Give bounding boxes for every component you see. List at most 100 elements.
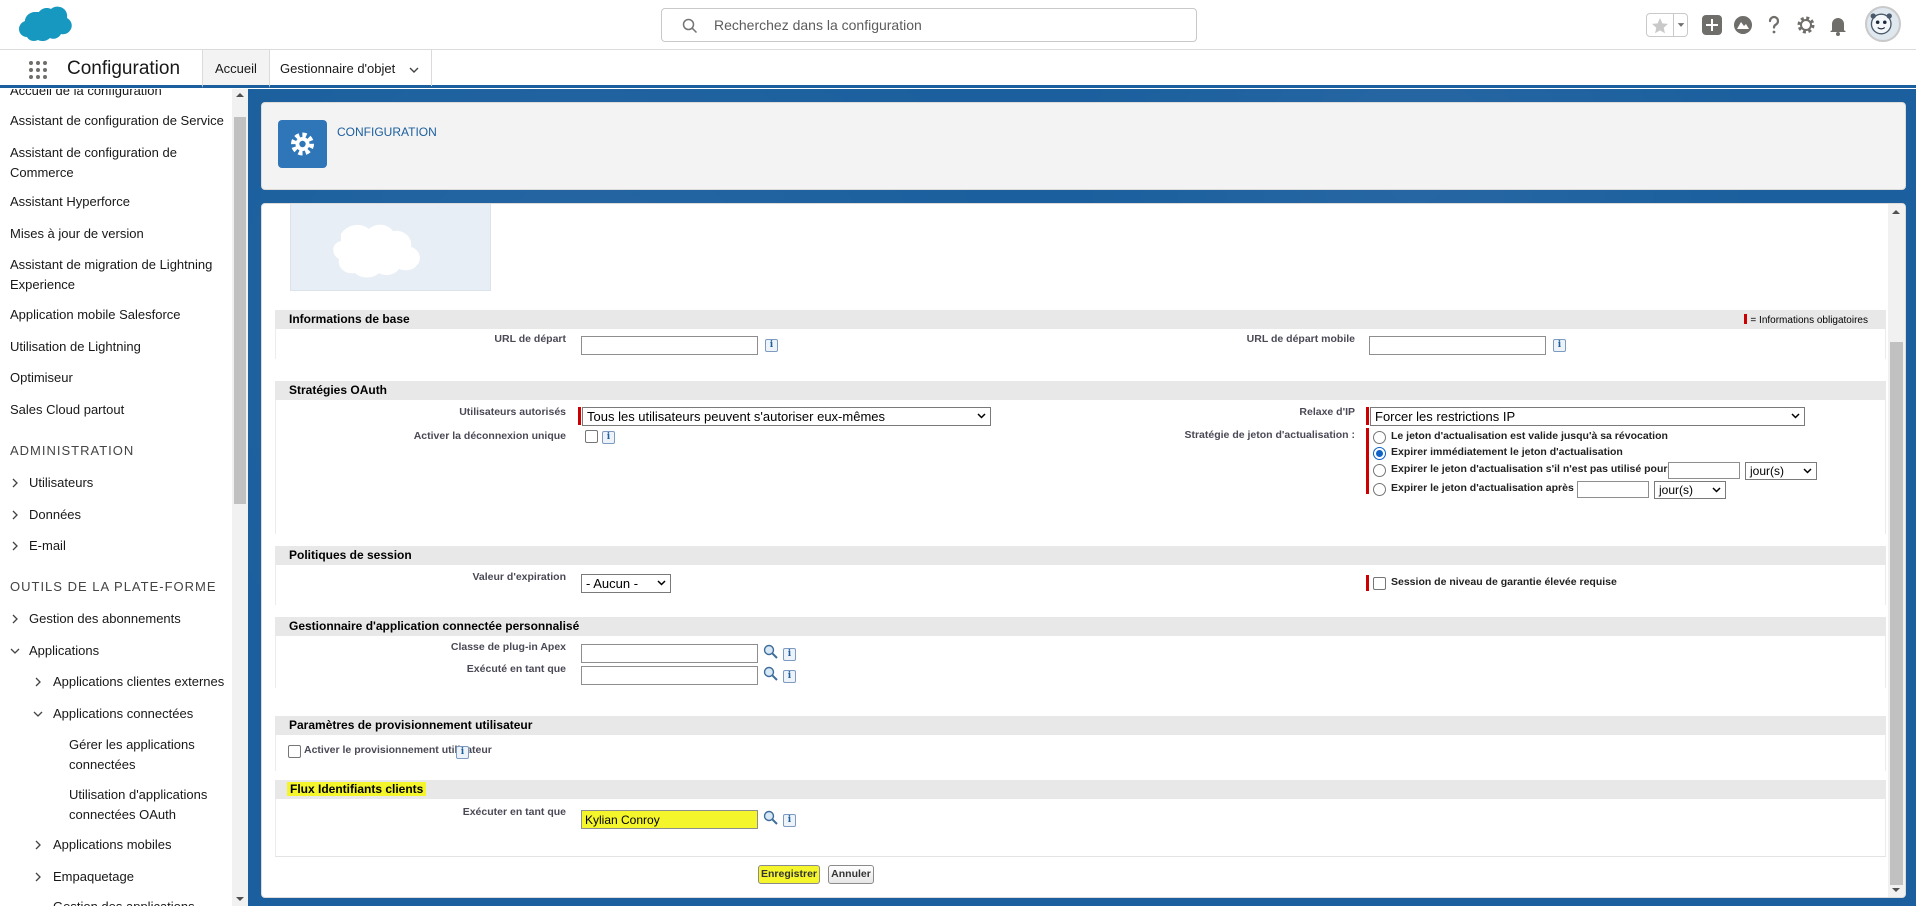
expire-if-unused-unit-select[interactable]: jour(s)	[1745, 462, 1817, 480]
cancel-button[interactable]: Annuler	[828, 865, 874, 884]
sidebar-item-hyperforce[interactable]: Assistant Hyperforce	[10, 192, 230, 212]
enable-provisioning-checkbox[interactable]	[288, 745, 301, 758]
content-scrollbar[interactable]	[1888, 204, 1905, 897]
apex-class-input[interactable]	[581, 644, 758, 663]
run-as-input[interactable]	[581, 666, 758, 685]
client-run-as-input[interactable]	[581, 810, 758, 829]
section-title: Stratégies OAuth	[289, 383, 388, 397]
start-url-input[interactable]	[581, 336, 758, 355]
tab-object-manager[interactable]: Gestionnaire d'objet	[268, 50, 432, 86]
info-icon[interactable]: i	[1553, 339, 1566, 352]
app-launcher-icon[interactable]	[28, 60, 48, 80]
refresh-option-expire-after-radio[interactable]	[1373, 483, 1386, 496]
save-button[interactable]: Enregistrer	[758, 865, 820, 884]
apex-class-label: Classe de plug-in Apex	[450, 641, 566, 653]
scroll-up-arrow-icon[interactable]	[1892, 208, 1900, 216]
favorites-group[interactable]	[1646, 13, 1688, 37]
required-indicator	[578, 407, 581, 425]
section-title: Informations de base	[289, 312, 410, 326]
required-indicator	[1366, 428, 1369, 494]
refresh-option-expire-if-unused-radio[interactable]	[1373, 464, 1386, 477]
single-logout-checkbox[interactable]	[585, 430, 598, 443]
sidebar-item-label: Utilisateurs	[29, 475, 94, 490]
permitted-users-select[interactable]: Tous les utilisateurs peuvent s'autorise…	[582, 407, 991, 426]
gear-icon	[291, 132, 314, 156]
scrollbar-thumb[interactable]	[234, 117, 246, 504]
expire-after-input[interactable]	[1577, 481, 1649, 498]
lookup-icon[interactable]	[763, 644, 779, 660]
sidebar-item-setup-home[interactable]: Accueil de la configuration	[10, 89, 230, 101]
chevron-down-icon	[657, 580, 666, 586]
help-icon[interactable]	[1762, 13, 1786, 37]
info-icon[interactable]: i	[783, 670, 796, 683]
expire-after-unit-select[interactable]: jour(s)	[1654, 481, 1726, 499]
chevron-right-icon[interactable]	[10, 541, 20, 551]
chevron-right-icon[interactable]	[10, 510, 20, 520]
required-indicator	[1366, 407, 1369, 425]
required-indicator	[1366, 575, 1369, 591]
user-avatar[interactable]	[1865, 6, 1901, 42]
timeout-select[interactable]: - Aucun -	[581, 574, 671, 593]
scrollbar-thumb[interactable]	[1890, 342, 1903, 885]
section-custom-handler: Gestionnaire d'application connectée per…	[275, 617, 1886, 636]
chevron-down-icon[interactable]	[10, 646, 20, 656]
sidebar-scrollbar[interactable]	[232, 89, 248, 906]
chevron-down-icon	[1791, 413, 1800, 419]
required-legend: = Informations obligatoires	[1744, 314, 1868, 326]
search-input[interactable]	[714, 10, 1184, 40]
chevron-right-icon[interactable]	[10, 614, 20, 624]
chevron-down-icon[interactable]	[33, 709, 43, 719]
chevron-down-icon[interactable]	[409, 65, 419, 75]
refresh-option-valid-until-revoked-radio[interactable]	[1373, 431, 1386, 444]
sidebar-item-lightning-usage[interactable]: Utilisation de Lightning	[10, 337, 230, 357]
info-icon[interactable]: i	[765, 339, 778, 352]
lookup-icon[interactable]	[763, 810, 779, 826]
sidebar-item-release-updates[interactable]: Mises à jour de version	[10, 224, 230, 244]
chevron-down-icon[interactable]	[1673, 14, 1688, 36]
scroll-down-arrow-icon[interactable]	[236, 895, 244, 903]
sidebar-item-salesforce-mobile[interactable]: Application mobile Salesforce	[10, 305, 230, 325]
info-icon[interactable]: i	[456, 746, 469, 759]
expire-if-unused-input[interactable]	[1668, 462, 1740, 479]
chevron-right-icon[interactable]	[10, 478, 20, 488]
sidebar-item-manage-connected-apps[interactable]: Gérer les applications connectées	[69, 735, 219, 775]
sidebar-item-label: Gestion des abonnements	[29, 611, 181, 626]
sidebar-item-optimizer[interactable]: Optimiseur	[10, 368, 230, 388]
tab-accueil[interactable]: Accueil	[202, 50, 270, 88]
salesforce-logo[interactable]	[14, 6, 74, 48]
trailhead-icon[interactable]	[1731, 13, 1755, 37]
sidebar-item-service-setup[interactable]: Assistant de configuration de Service	[10, 111, 230, 131]
select-value: jour(s)	[1750, 464, 1785, 478]
ip-relax-select[interactable]: Forcer les restrictions IP	[1370, 407, 1805, 426]
global-actions-plus-icon[interactable]	[1700, 13, 1724, 37]
setup-tile	[278, 120, 327, 168]
sidebar-item-label: Applications	[29, 643, 100, 658]
sidebar-item-sales-cloud[interactable]: Sales Cloud partout	[10, 400, 230, 420]
chevron-right-icon[interactable]	[33, 677, 43, 687]
client-run-as-label: Exécuter en tant que	[462, 806, 566, 818]
info-icon[interactable]: i	[783, 814, 796, 827]
chevron-right-icon[interactable]	[33, 840, 43, 850]
sidebar-item-commerce-setup[interactable]: Assistant de configuration de Commerce	[10, 143, 230, 183]
ip-relax-label: Relaxe d'IP	[1299, 406, 1355, 418]
sidebar-item-app-management[interactable]: Gestion des applications	[33, 897, 233, 906]
sidebar-item-lightning-migration[interactable]: Assistant de migration de Lightning Expe…	[10, 255, 230, 295]
sidebar-item-label: E-mail	[29, 538, 66, 553]
refresh-option-expire-immediately-radio[interactable]	[1373, 447, 1386, 460]
lookup-icon[interactable]	[763, 666, 779, 682]
global-search[interactable]	[661, 8, 1197, 42]
info-icon[interactable]: i	[783, 648, 796, 661]
tab-label: Accueil	[215, 61, 257, 76]
setup-gear-icon[interactable]	[1794, 13, 1818, 37]
scroll-down-arrow-icon[interactable]	[1892, 886, 1900, 894]
notification-bell-icon[interactable]	[1826, 13, 1850, 37]
favorites-star-icon[interactable]	[1650, 16, 1670, 36]
scroll-up-arrow-icon[interactable]	[236, 91, 244, 99]
chevron-right-icon[interactable]	[33, 872, 43, 882]
app-logo-image	[290, 204, 491, 291]
high-assurance-checkbox[interactable]	[1373, 577, 1386, 590]
sidebar-item-label: Gestion des applications	[53, 897, 195, 906]
sidebar-item-oauth-usage[interactable]: Utilisation d'applications connectées OA…	[69, 785, 219, 825]
mobile-start-url-input[interactable]	[1369, 336, 1546, 355]
info-icon[interactable]: i	[602, 431, 615, 444]
